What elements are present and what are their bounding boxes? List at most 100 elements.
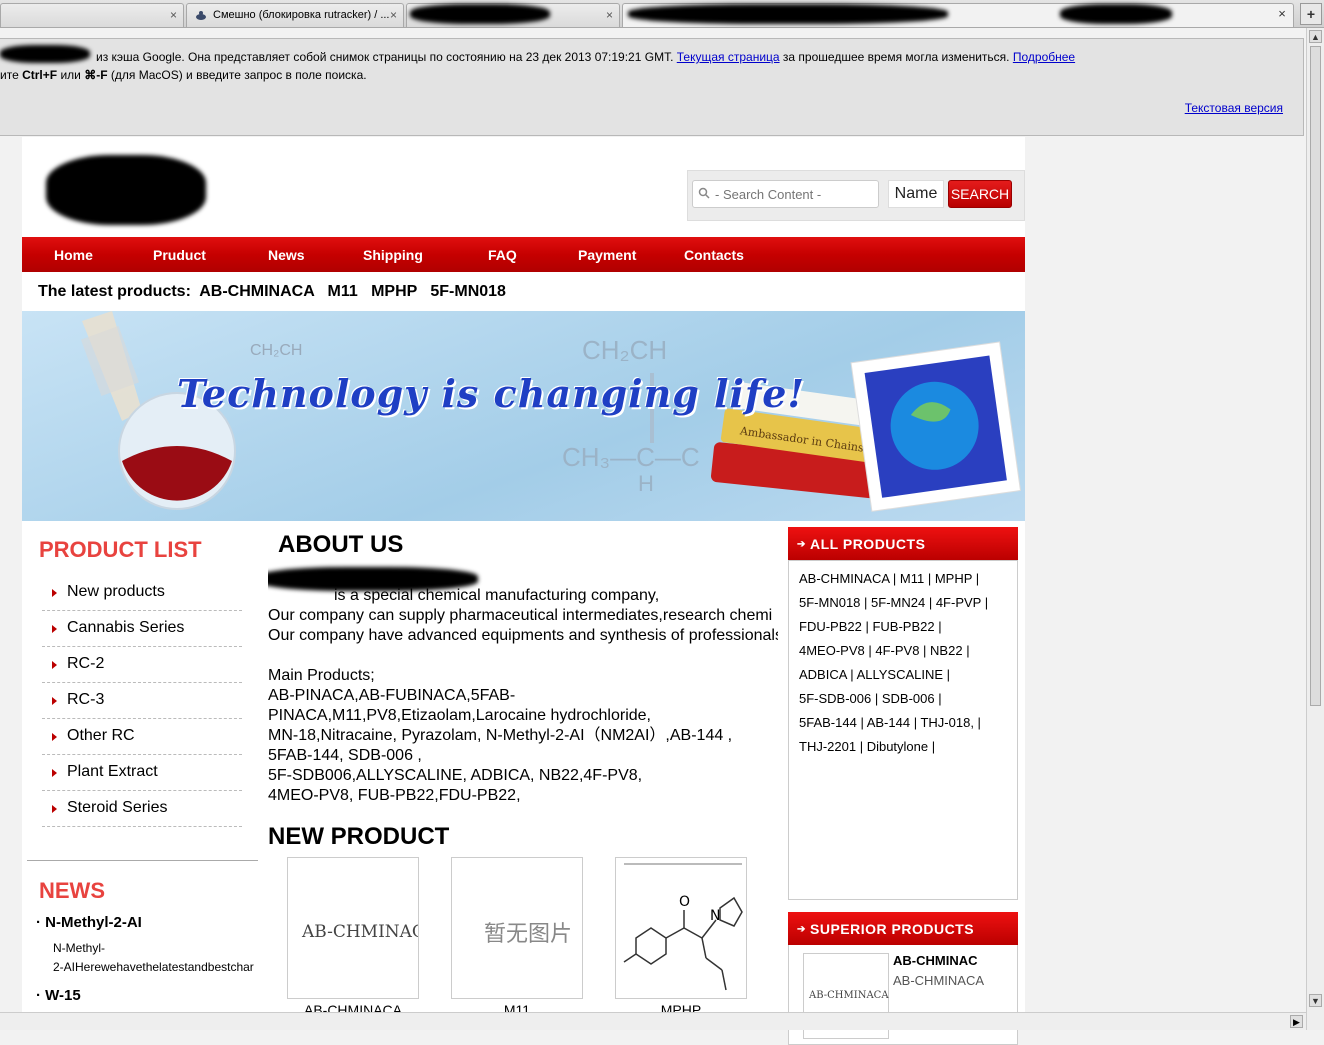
- product-link[interactable]: THJ-2201: [799, 739, 856, 754]
- product-link[interactable]: 5F-MN018: [799, 595, 860, 610]
- product-list-item[interactable]: Other RC: [42, 719, 242, 755]
- cache-notice-text: или: [60, 68, 80, 82]
- product-image-placeholder: AB-CHMINACA: [302, 922, 419, 942]
- product-list-label: Other RC: [67, 727, 135, 744]
- close-tab-icon[interactable]: ×: [1274, 4, 1290, 24]
- google-cache-banner: из кэша Google. Она представляет собой с…: [0, 38, 1304, 136]
- latest-product-link[interactable]: AB-CHMINACA: [199, 283, 314, 300]
- no-image-placeholder: 暂无图片: [484, 916, 572, 948]
- shortcut-key: ⌘-F: [84, 68, 107, 82]
- close-tab-icon[interactable]: ×: [390, 4, 397, 26]
- product-link[interactable]: AB-144: [867, 715, 910, 730]
- product-link[interactable]: 4F-PVP: [936, 595, 981, 610]
- news-link[interactable]: N-Methyl-2-AI: [45, 914, 142, 931]
- product-list-item[interactable]: RC-3: [42, 683, 242, 719]
- product-link[interactable]: NB22: [930, 643, 963, 658]
- product-link[interactable]: Dibutylone: [867, 739, 928, 754]
- product-link[interactable]: FUB-PB22: [872, 619, 934, 634]
- product-link[interactable]: AB-CHMINACA: [799, 571, 889, 586]
- product-link[interactable]: 5F-MN24: [871, 595, 925, 610]
- product-list-label: Steroid Series: [67, 799, 168, 816]
- all-products-header: ➔ALL PRODUCTS: [788, 527, 1018, 560]
- about-line: 5FAB-144, SDB-006 ,: [268, 746, 778, 766]
- about-line: Main Products;: [268, 666, 778, 686]
- superior-products-box: AB-CHMINACA AB-CHMINAC AB-CHMINACA: [788, 945, 1018, 1045]
- news-item-title[interactable]: · N-Methyl-2-AI: [36, 914, 142, 931]
- search-button[interactable]: SEARCH: [948, 180, 1012, 208]
- search-type-select[interactable]: Name: [888, 180, 944, 208]
- scroll-up-icon[interactable]: ▲: [1309, 30, 1322, 43]
- product-link[interactable]: FDU-PB22: [799, 619, 862, 634]
- product-list-label: Cannabis Series: [67, 619, 184, 636]
- product-link[interactable]: 5FAB-144: [799, 715, 857, 730]
- latest-product-link[interactable]: MPHP: [371, 283, 417, 300]
- hero-banner: CH₂CH CH₂CH CH₃—C—C H Ambassador in Chai…: [22, 311, 1025, 521]
- product-list-item[interactable]: Cannabis Series: [42, 611, 242, 647]
- nav-news[interactable]: News: [268, 237, 305, 272]
- nav-faq[interactable]: FAQ: [488, 237, 517, 272]
- latest-product-link[interactable]: M11: [328, 283, 358, 300]
- superior-product-title[interactable]: AB-CHMINAC: [893, 953, 978, 968]
- product-list-item[interactable]: Steroid Series: [42, 791, 242, 827]
- browser-tab-strip: × Смешно (блокировка rutracker) / ... × …: [0, 0, 1324, 28]
- product-link[interactable]: 4MEO-PV8: [799, 643, 865, 658]
- product-link[interactable]: M11: [900, 571, 924, 586]
- banner-tagline: Technology is changing life!: [177, 371, 805, 416]
- page-viewport: Name SEARCH Home Pruduct News Shipping F…: [0, 137, 1305, 1012]
- right-sidebar: ➔ALL PRODUCTS AB-CHMINACA | M11 | MPHP |…: [788, 527, 1018, 1045]
- browser-tab[interactable]: Смешно (блокировка rutracker) / ... ×: [186, 3, 404, 27]
- tab-title: Смешно (блокировка rutracker) / ...: [213, 9, 390, 21]
- close-tab-icon[interactable]: ×: [170, 4, 177, 26]
- search-input[interactable]: [692, 180, 879, 208]
- about-line: AB-PINACA,AB-FUBINACA,5FAB-: [268, 686, 778, 706]
- scroll-thumb[interactable]: [1310, 46, 1321, 706]
- latest-products-bar: The latest products: AB-CHMINACA M11 MPH…: [38, 283, 506, 301]
- new-tab-button[interactable]: +: [1300, 3, 1322, 25]
- banner-formula-h: H: [638, 471, 654, 496]
- product-list-item[interactable]: RC-2: [42, 647, 242, 683]
- cache-notice-line1: из кэша Google. Она представляет собой с…: [96, 50, 1075, 64]
- all-products-list: AB-CHMINACA | M11 | MPHP | 5F-MN018 | 5F…: [789, 561, 1017, 759]
- bullet-arrow-icon: [52, 625, 57, 633]
- nav-shipping[interactable]: Shipping: [363, 237, 423, 272]
- nav-payment[interactable]: Payment: [578, 237, 636, 272]
- new-product-card[interactable]: AB-CHMINACA: [287, 857, 419, 999]
- about-line: PINACA,M11,PV8,Etizaolam,Larocaine hydro…: [268, 706, 778, 726]
- svg-text:N: N: [710, 908, 720, 924]
- all-products-title: ALL PRODUCTS: [810, 536, 925, 552]
- news-title: NEWS: [39, 878, 105, 904]
- news-item-title[interactable]: · W-15: [36, 987, 81, 1004]
- banner-formula-top: CH₂CH: [582, 335, 667, 365]
- latest-product-link[interactable]: 5F-MN018: [430, 283, 506, 300]
- product-list-item[interactable]: Plant Extract: [42, 755, 242, 791]
- more-info-link[interactable]: Подробнее: [1013, 50, 1075, 64]
- nav-home[interactable]: Home: [54, 237, 93, 272]
- nav-contacts[interactable]: Contacts: [684, 237, 744, 272]
- bullet-arrow-icon: [52, 661, 57, 669]
- bullet-arrow-icon: [52, 769, 57, 777]
- about-line: [268, 646, 778, 666]
- horizontal-scrollbar[interactable]: ▶: [0, 1012, 1306, 1030]
- product-link[interactable]: ALLYSCALINE: [857, 667, 943, 682]
- browser-tab[interactable]: ×: [0, 3, 184, 27]
- product-link[interactable]: ADBICA: [799, 667, 847, 682]
- product-link[interactable]: 4F-PV8: [875, 643, 919, 658]
- news-item-excerpt: N-Methyl- 2-AIHerewehavethelatestandbest…: [53, 939, 258, 977]
- product-link[interactable]: SDB-006: [882, 691, 935, 706]
- text-version-link[interactable]: Текстовая версия: [1185, 101, 1283, 115]
- news-link[interactable]: W-15: [45, 987, 81, 1004]
- arrow-right-icon: ➔: [797, 912, 806, 947]
- current-page-link[interactable]: Текущая страница: [677, 50, 780, 64]
- vertical-scrollbar[interactable]: ▲ ▼: [1306, 28, 1324, 1030]
- bullet-arrow-icon: [52, 805, 57, 813]
- scroll-down-icon[interactable]: ▼: [1309, 994, 1322, 1007]
- new-product-card[interactable]: 暂无图片: [451, 857, 583, 999]
- product-link[interactable]: THJ-018,: [920, 715, 973, 730]
- product-list-item[interactable]: New products: [42, 575, 242, 611]
- scroll-right-icon[interactable]: ▶: [1290, 1015, 1303, 1028]
- nav-product[interactable]: Pruduct: [153, 237, 206, 272]
- product-link[interactable]: MPHP: [935, 571, 972, 586]
- new-product-card[interactable]: O N: [615, 857, 747, 999]
- product-link[interactable]: 5F-SDB-006: [799, 691, 871, 706]
- close-tab-icon[interactable]: ×: [606, 4, 613, 26]
